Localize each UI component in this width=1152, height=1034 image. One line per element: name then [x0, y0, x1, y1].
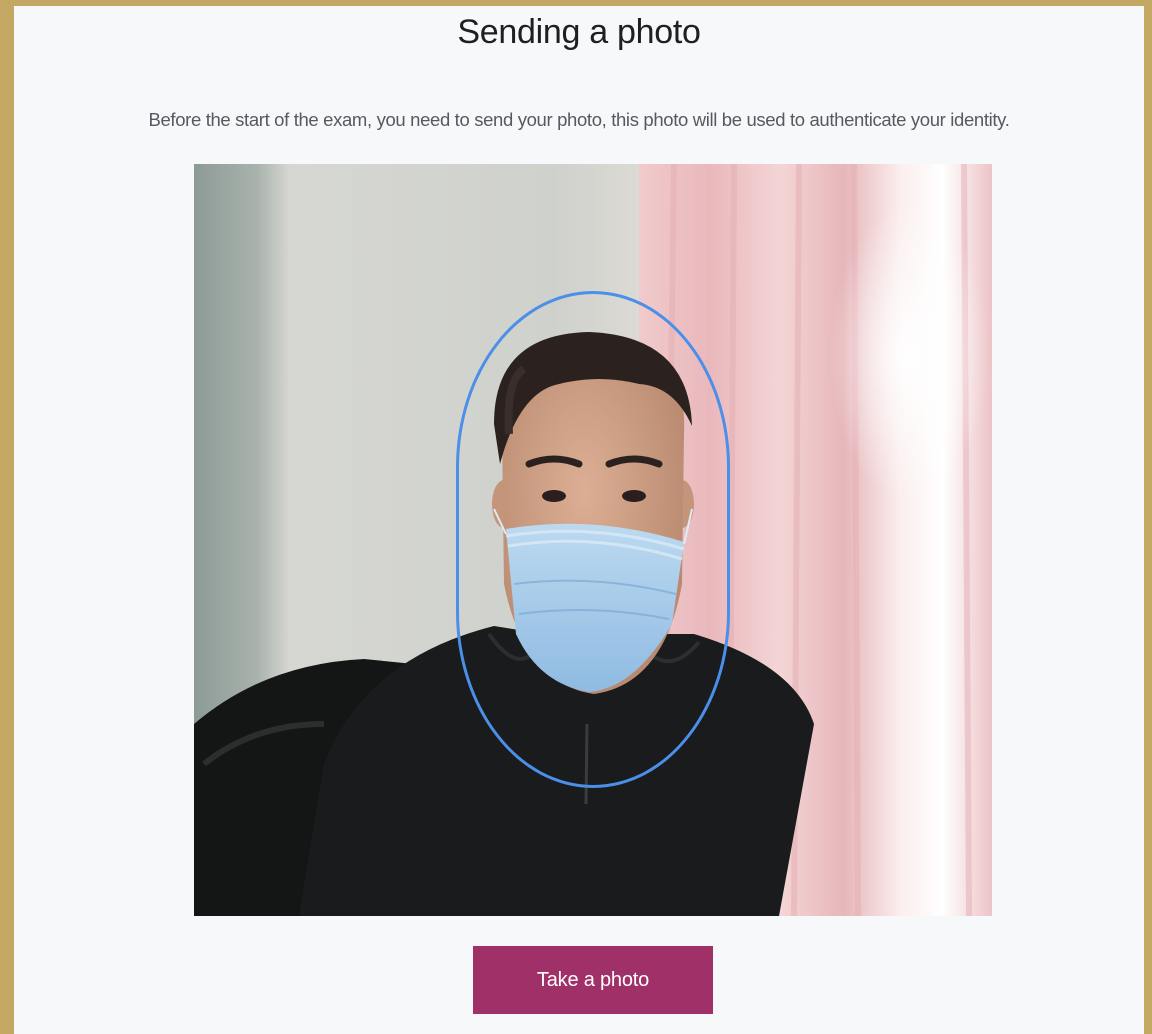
photo-panel: Sending a photo Before the start of the …: [14, 6, 1144, 1034]
take-photo-button[interactable]: Take a photo: [473, 946, 713, 1014]
webcam-preview-image: [194, 164, 992, 916]
camera-preview: [194, 164, 992, 916]
page-title: Sending a photo: [457, 13, 701, 51]
instruction-text: Before the start of the exam, you need t…: [148, 109, 1010, 130]
